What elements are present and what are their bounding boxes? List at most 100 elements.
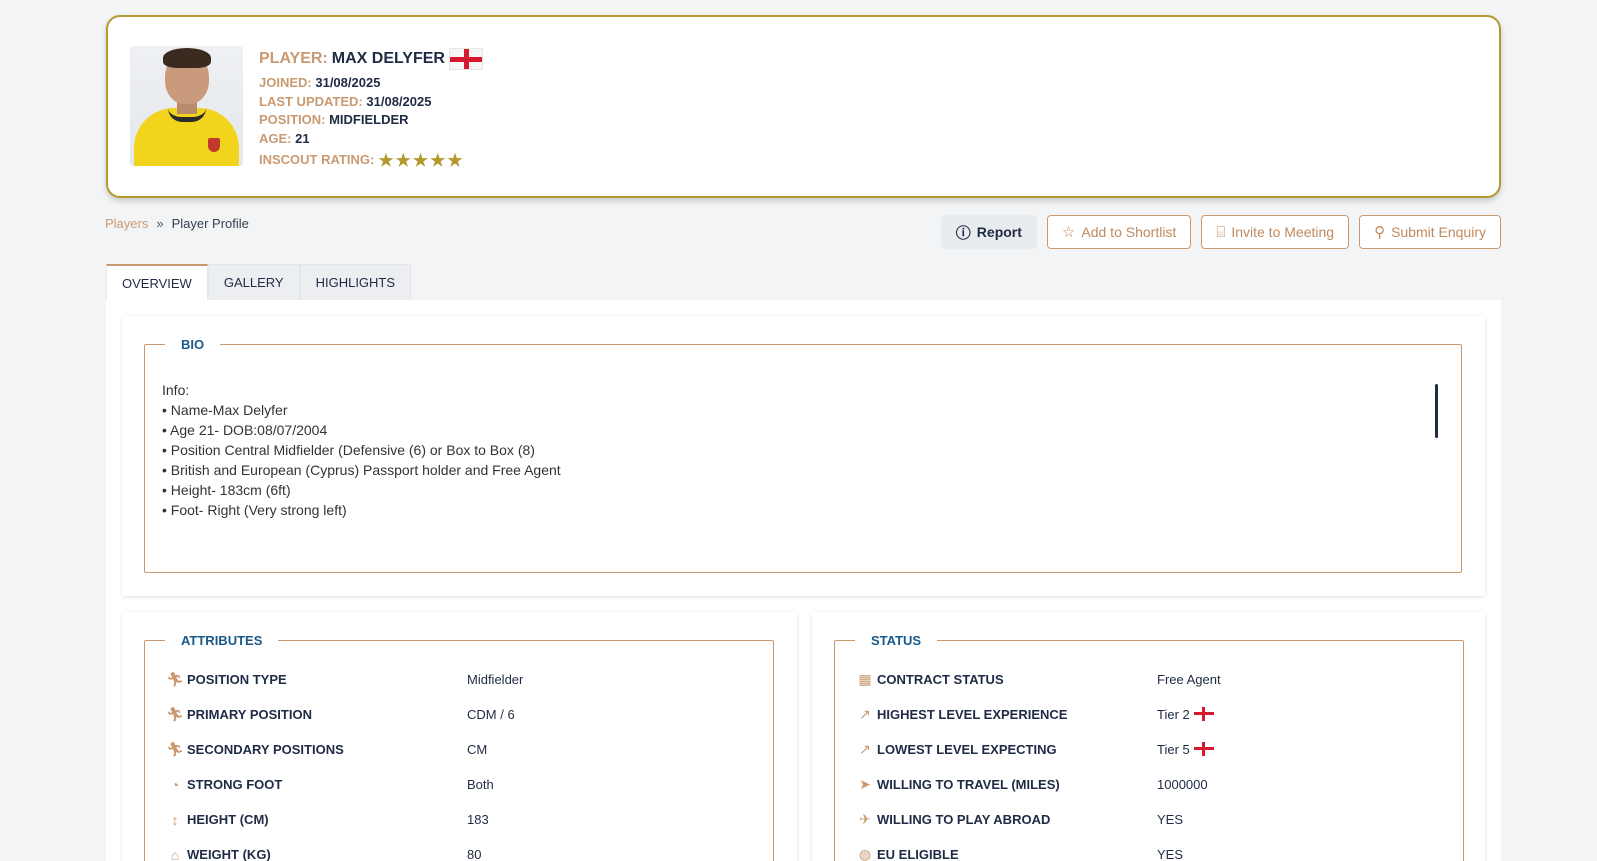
status-row: ✈ WILLING TO PLAY ABROAD YES (835, 802, 1463, 837)
chart-icon: ↗ (859, 741, 871, 757)
breadcrumb-current: Player Profile (171, 216, 249, 231)
action-bar: ⓘ Report ☆ Add to Shortlist ⌸ Invite to … (940, 215, 1501, 249)
attribute-row: 🏃︎ PRIMARY POSITION CDM / 6 (145, 697, 773, 732)
age-label: AGE: (259, 130, 292, 146)
invite-to-meeting-button[interactable]: ⌸ Invite to Meeting (1201, 215, 1350, 249)
attribute-label: SECONDARY POSITIONS (187, 742, 344, 757)
status-value: YES (1157, 812, 1183, 827)
status-label: LOWEST LEVEL EXPECTING (877, 742, 1057, 757)
runner-icon: 🏃︎ (166, 706, 184, 722)
attribute-value-text: 183 (467, 812, 489, 827)
chart-icon: ↗ (859, 706, 871, 722)
calendar-icon: ▦ (858, 671, 872, 687)
tab-gallery[interactable]: GALLERY (207, 264, 300, 300)
updated-row: LAST UPDATED: 31/08/2025 (259, 93, 483, 112)
player-header-card: PLAYER: MAX DELYFER JOINED: 31/08/2025 L… (106, 15, 1501, 198)
tab-overview[interactable]: OVERVIEW (106, 264, 208, 300)
player-name: MAX DELYFER (331, 50, 445, 67)
updated-value: 31/08/2025 (366, 93, 432, 109)
status-label: EU ELIGIBLE (877, 847, 959, 861)
star-icon: ★ (395, 151, 411, 171)
runner-icon: 🏃︎ (166, 741, 184, 757)
attribute-value-text: Midfielder (467, 672, 524, 687)
status-value: Tier 2 (1157, 707, 1214, 722)
globe-icon: ◍ (858, 846, 872, 861)
add-to-shortlist-button[interactable]: ☆ Add to Shortlist (1046, 215, 1192, 249)
status-fieldset: STATUS ▦ CONTRACT STATUS Free Agent ↗ HIGHES… (834, 633, 1464, 861)
status-row: ↗ LOWEST LEVEL EXPECTING Tier 5 (835, 732, 1463, 767)
bio-line: • Foot- Right (Very strong left) (162, 502, 347, 518)
status-label: CONTRACT STATUS (877, 672, 1004, 687)
status-label: HIGHEST LEVEL EXPERIENCE (877, 707, 1068, 722)
bio-line: Info: (162, 382, 190, 398)
star-icon: ★ (447, 151, 463, 171)
status-value: 1000000 (1157, 777, 1208, 792)
status-value-text: Free Agent (1157, 672, 1221, 687)
user-search-icon: ⚲ (1374, 224, 1386, 241)
breadcrumb-players-link[interactable]: Players (105, 216, 148, 231)
attribute-value-text: 80 (467, 847, 482, 861)
door-icon: ⌸ (1216, 223, 1226, 241)
star-icon: ★ (430, 151, 446, 171)
player-photo (130, 46, 243, 166)
attributes-list: 🏃︎ POSITION TYPE Midfielder 🏃︎ PRIMARY POSIT… (145, 648, 773, 861)
attribute-row: 🏃︎ POSITION TYPE Midfielder (145, 662, 773, 697)
status-panel: STATUS ▦ CONTRACT STATUS Free Agent ↗ HIGHES… (812, 612, 1485, 861)
england-flag-icon (1193, 707, 1214, 721)
attribute-value: CDM / 6 (467, 707, 515, 722)
attribute-label: STRONG FOOT (187, 777, 283, 792)
player-title-label: PLAYER: (259, 50, 328, 67)
bio-line: • Age 21- DOB:08/07/2004 (162, 422, 328, 438)
bio-text[interactable]: Info: • Name-Max Delyfer • Age 21- DOB:08/… (162, 380, 561, 520)
bio-legend: BIO (181, 337, 205, 352)
status-value-text: YES (1157, 812, 1184, 827)
tab-highlights[interactable]: HIGHLIGHTS (299, 264, 412, 300)
bio-panel: BIO Info: • Name-Max Delyfer • Age 21- DOB… (122, 316, 1485, 596)
breadcrumb-separator: » (156, 216, 164, 231)
attribute-value: Midfielder (467, 672, 523, 687)
meeting-label: Invite to Meeting (1231, 224, 1335, 240)
age-value: 21 (295, 130, 310, 146)
position-label: POSITION: (259, 112, 326, 128)
attribute-row: ◔ STRONG FOOT Both (145, 767, 773, 802)
status-value-text: Tier 2 (1157, 707, 1190, 722)
weight-icon: ⌂ (170, 846, 180, 861)
send-icon: ➤ (859, 776, 871, 792)
attributes-legend: ATTRIBUTES (181, 633, 263, 648)
status-legend: STATUS (871, 633, 922, 648)
star-icon: ★ (412, 151, 429, 171)
bio-line: • Name-Max Delyfer (162, 402, 288, 418)
bio-line: • Position Central Midfielder (Defensive… (162, 442, 535, 458)
report-label: Report (976, 224, 1022, 240)
position-value: MIDFIELDER (329, 112, 409, 128)
attribute-row: 🏃︎ SECONDARY POSITIONS CM (145, 732, 773, 767)
star-icon: ★ (378, 151, 394, 171)
shortlist-label: Add to Shortlist (1081, 224, 1177, 240)
runner-icon: 🏃︎ (166, 671, 184, 687)
status-list: ▦ CONTRACT STATUS Free Agent ↗ HIGHEST LEVEL… (835, 648, 1463, 861)
attribute-value-text: Both (467, 777, 494, 792)
submit-enquiry-button[interactable]: ⚲ Submit Enquiry (1359, 215, 1501, 249)
bio-line: • British and European (Cyprus) Passport… (162, 462, 561, 478)
attribute-value-text: CM (467, 742, 488, 757)
status-value: Tier 5 (1157, 742, 1214, 757)
status-label: WILLING TO PLAY ABROAD (877, 812, 1051, 827)
bio-scrollbar[interactable] (1435, 384, 1438, 438)
attribute-row: ⌂ WEIGHT (KG) 80 (145, 837, 773, 861)
profile-tabs: OVERVIEW GALLERY HIGHLIGHTS (106, 264, 412, 300)
attribute-label: WEIGHT (KG) (187, 847, 271, 861)
height-icon: ↕ (171, 811, 179, 828)
joined-label: JOINED: (259, 75, 312, 90)
joined-value: 31/08/2025 (315, 75, 381, 90)
status-row: ◍ EU ELIGIBLE YES (835, 837, 1463, 861)
updated-label: LAST UPDATED: (259, 93, 363, 109)
player-title: PLAYER: MAX DELYFER (259, 45, 483, 72)
star-outline-icon: ☆ (1061, 224, 1076, 241)
report-button[interactable]: ⓘ Report (940, 215, 1037, 249)
status-value-text: Tier 5 (1157, 742, 1190, 757)
status-value: Free Agent (1157, 672, 1221, 687)
plane-icon: ✈ (859, 811, 871, 827)
bio-fieldset: BIO Info: • Name-Max Delyfer • Age 21- DOB… (144, 337, 1462, 573)
england-flag-icon (1193, 742, 1214, 756)
footprint-icon: ◔ (170, 776, 180, 793)
